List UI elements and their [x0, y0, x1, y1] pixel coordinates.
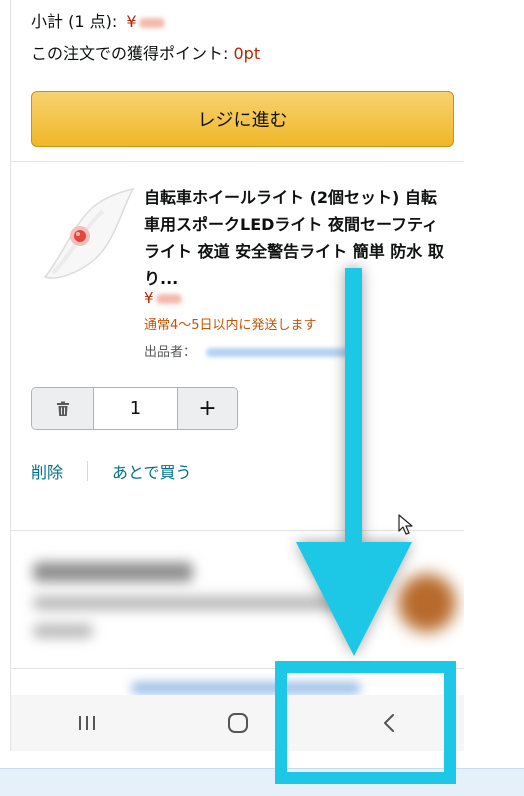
quantity-stepper: 1 + [31, 387, 238, 430]
recent-apps-button[interactable] [11, 695, 162, 751]
recent-apps-icon [78, 716, 95, 730]
save-for-later-link[interactable]: あとで買う [112, 459, 192, 483]
mouse-pointer-icon [398, 514, 413, 535]
delete-link[interactable]: 削除 [31, 459, 63, 483]
item-currency: ¥ [144, 289, 154, 307]
item-actions: 削除 あとで買う [31, 459, 192, 483]
home-button[interactable] [162, 695, 313, 751]
seller-name-blurred[interactable] [206, 348, 357, 357]
android-navigation-bar [10, 695, 464, 751]
subtotal-price: ¥ [126, 12, 165, 31]
subtotal-label: 小計 (1 点): [31, 12, 118, 31]
proceed-to-checkout-button[interactable]: レジに進む [31, 91, 454, 147]
back-button[interactable] [313, 695, 464, 751]
product-title-link[interactable]: 自転車ホイールライト (2個セット) 自転車用スポークLEDライト 夜間セーフテ… [144, 184, 449, 292]
delete-item-button[interactable] [32, 388, 94, 429]
divider [11, 161, 464, 162]
phone-screen: 小計 (1 点): ¥ この注文での獲得ポイント: 0pt レジに進む 自転車ホ… [0, 0, 464, 768]
divider [11, 530, 464, 531]
home-icon [227, 713, 248, 733]
subtotal-currency: ¥ [126, 12, 137, 31]
points-label: この注文での獲得ポイント: [31, 44, 229, 63]
item-amount-blurred [155, 293, 182, 304]
cart-page: 小計 (1 点): ¥ この注文での獲得ポイント: 0pt レジに進む 自転車ホ… [10, 0, 464, 695]
divider [11, 668, 464, 669]
points-value: 0pt [233, 44, 261, 63]
promo-text-blurred [33, 596, 363, 610]
promo-title-blurred [33, 562, 193, 582]
back-icon [383, 714, 394, 732]
seller-label: 出品者： [144, 345, 197, 360]
action-separator [87, 461, 89, 481]
promo-image-blurred[interactable] [398, 574, 456, 632]
points-line: この注文での獲得ポイント: 0pt [31, 40, 260, 64]
right-gutter [464, 0, 524, 768]
seller-line: 出品者： [144, 341, 357, 360]
promo-link-blurred[interactable] [131, 682, 361, 694]
quantity-value[interactable]: 1 [94, 388, 177, 429]
desktop-taskbar [0, 768, 524, 796]
trash-icon [56, 401, 69, 416]
promo-text-blurred [33, 624, 93, 638]
shipping-status: 通常4～5日以内に発送します [144, 318, 317, 333]
subtotal-line: 小計 (1 点): ¥ [31, 8, 165, 32]
subtotal-amount-blurred [138, 17, 165, 28]
item-price: ¥ [144, 289, 182, 307]
increase-quantity-button[interactable]: + [177, 388, 237, 429]
product-thumbnail[interactable] [33, 185, 137, 287]
